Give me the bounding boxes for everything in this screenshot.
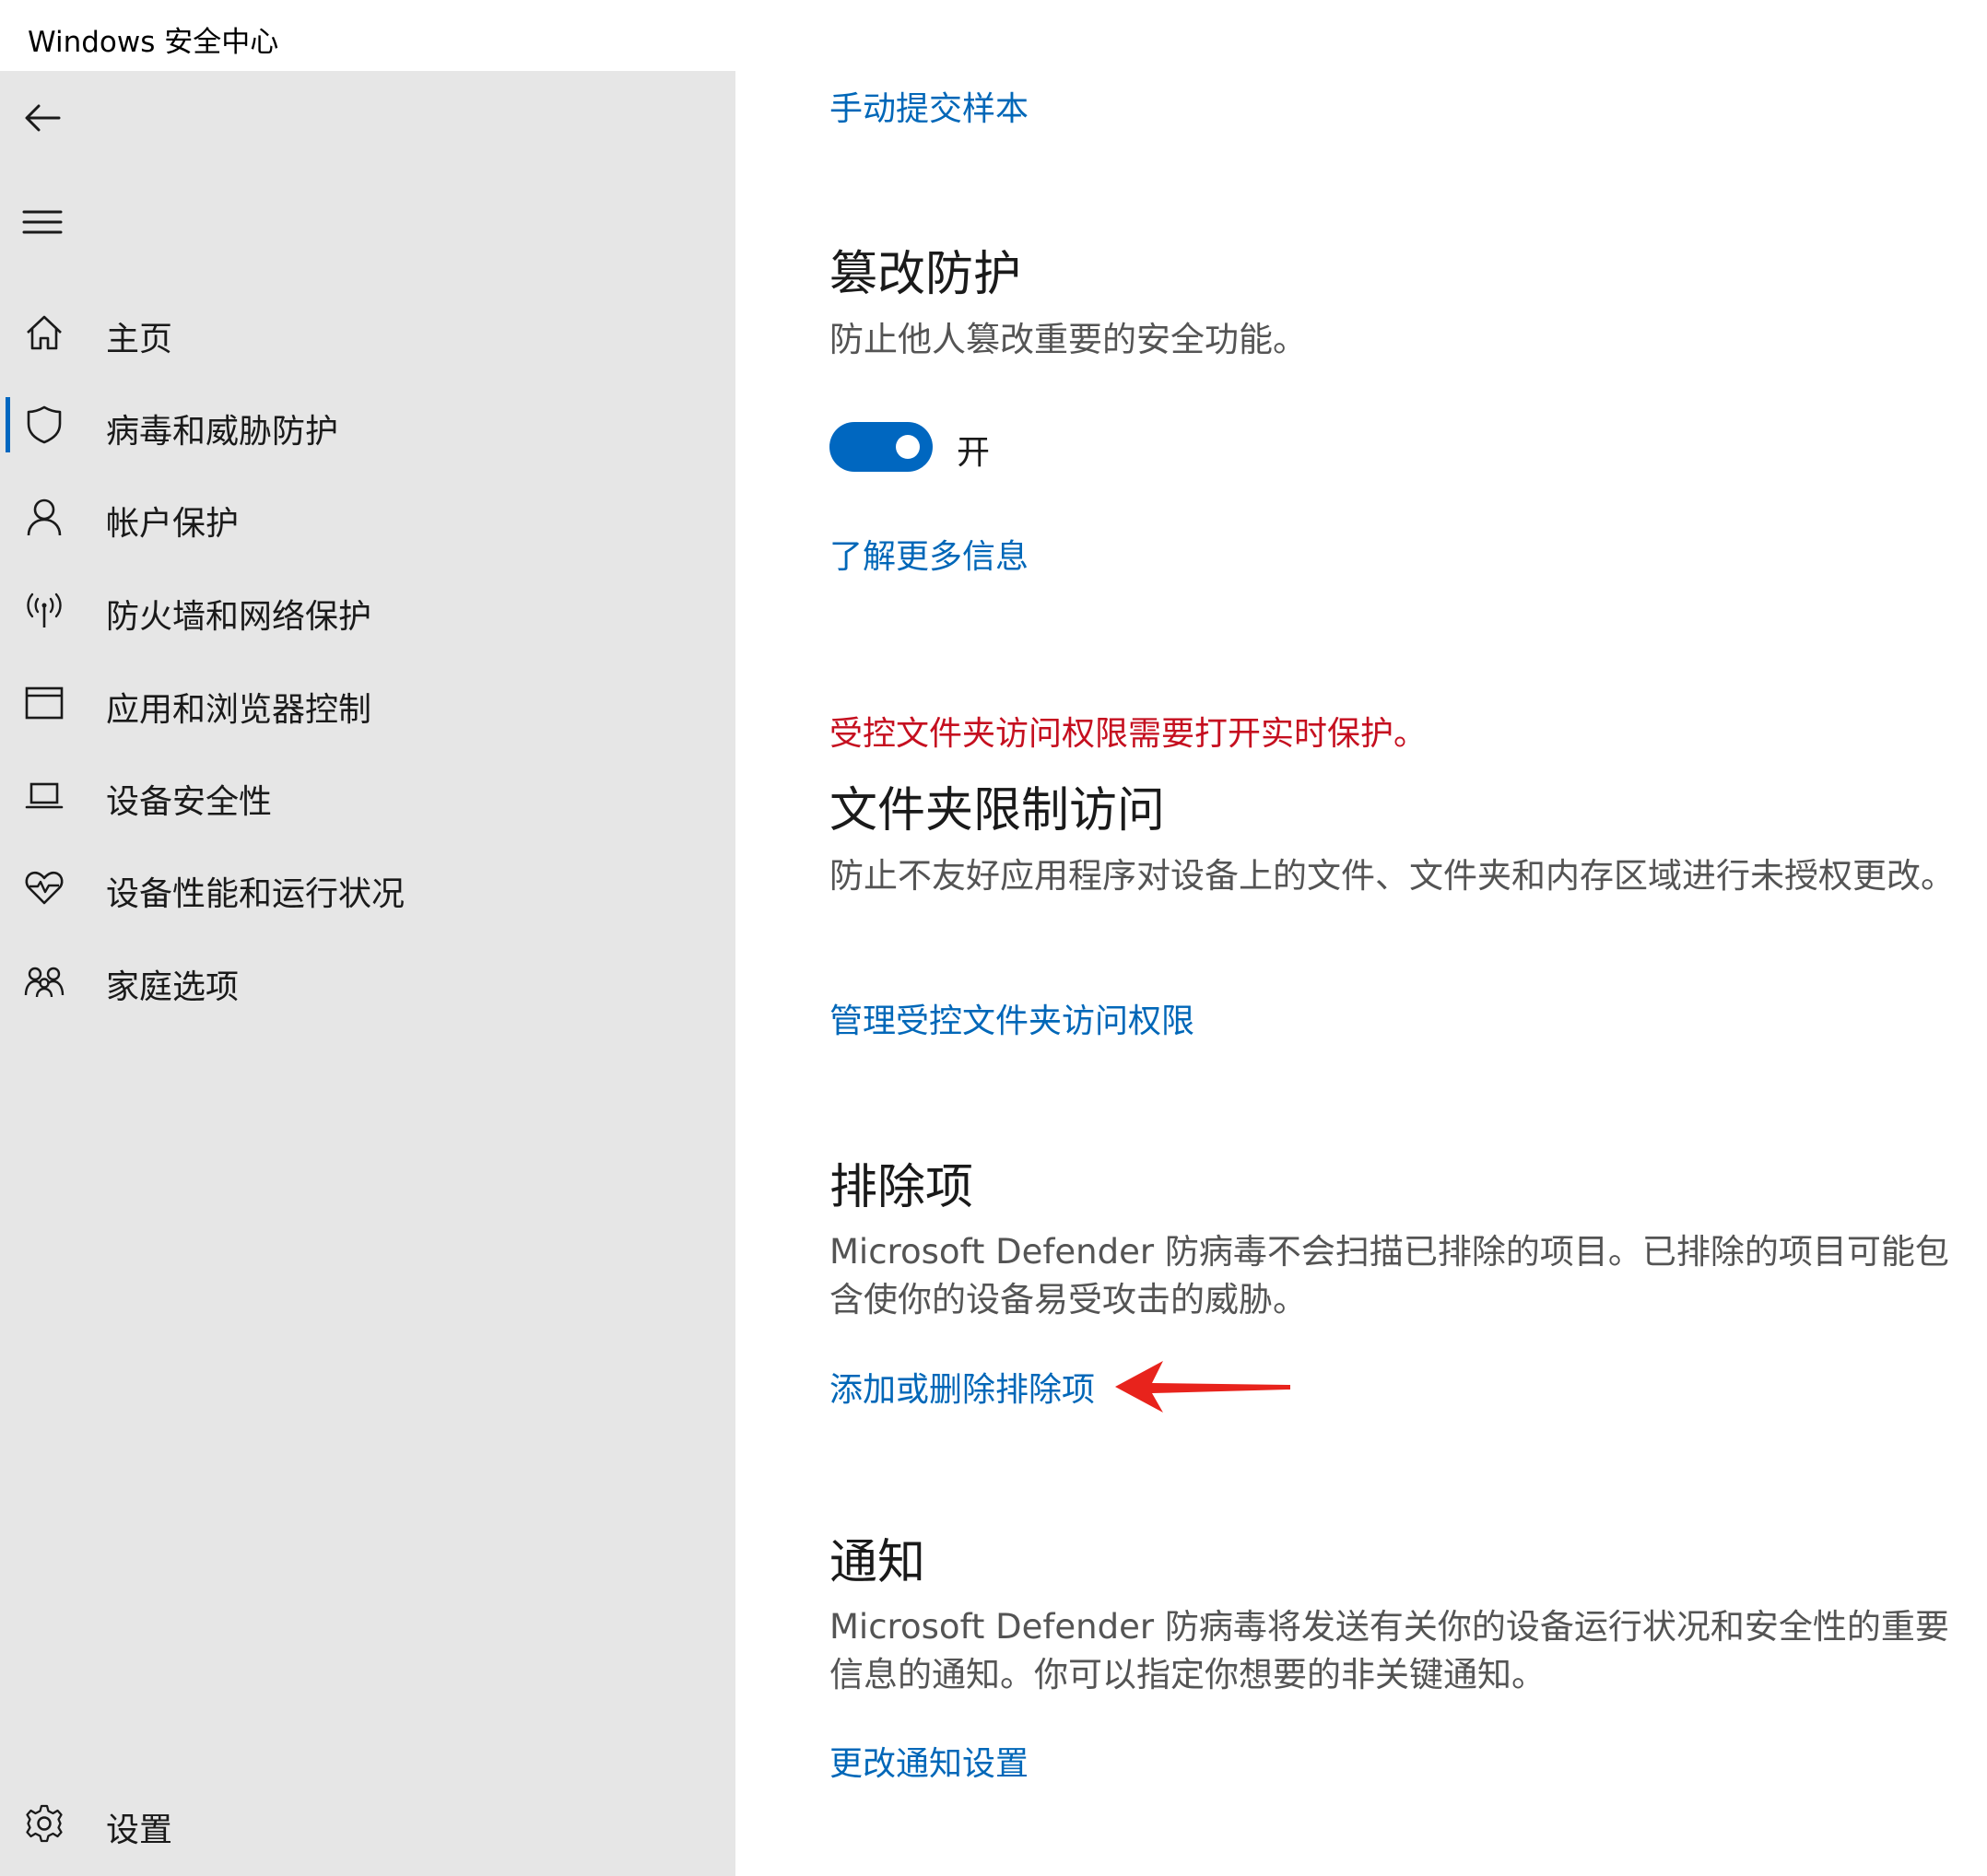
title-bar: Windows 安全中心	[0, 0, 1987, 71]
sidebar-item-settings[interactable]: 设置	[0, 1787, 735, 1860]
sidebar-item-label: 主页	[106, 321, 173, 358]
wireless-icon	[22, 588, 66, 632]
laptop-icon	[22, 773, 66, 817]
sidebar-item-virus-protection[interactable]: 病毒和威胁防护	[0, 388, 735, 462]
manage-folder-access-link[interactable]: 管理受控文件夹访问权限	[829, 994, 1194, 1042]
main-content: 手动提交样本 篡改防护 防止他人篡改重要的安全功能。 开 了解更多信息 受控文件…	[735, 71, 1987, 1876]
sidebar-item-device-health[interactable]: 设备性能和运行状况	[0, 850, 735, 924]
gear-icon	[22, 1801, 66, 1846]
sidebar-item-home[interactable]: 主页	[0, 296, 735, 369]
sidebar-item-label: 帐户保护	[106, 505, 240, 543]
sidebar-item-firewall[interactable]: 防火墙和网络保护	[0, 573, 735, 647]
notifications-title: 通知	[829, 1535, 926, 1590]
sidebar-item-label: 家庭选项	[106, 968, 240, 1006]
folder-access-description: 防止不友好应用程序对设备上的文件、文件夹和内存区域进行未授权更改。	[829, 856, 1955, 896]
shield-icon	[22, 403, 66, 447]
sidebar: 主页 病毒和威胁防护 帐户保护 防火墙和网络保护 应用和浏览器控制 设备安全性 …	[0, 71, 735, 1876]
arrow-left-icon	[25, 104, 61, 132]
heart-icon	[22, 865, 66, 909]
annotation-arrow-icon	[1115, 1361, 1290, 1413]
tamper-protection-title: 篡改防护	[829, 247, 1022, 302]
submit-sample-link[interactable]: 手动提交样本	[829, 82, 1029, 130]
back-button[interactable]	[13, 88, 72, 147]
folder-access-title: 文件夹限制访问	[829, 783, 1166, 838]
change-notification-settings-link[interactable]: 更改通知设置	[829, 1737, 1029, 1785]
add-remove-exclusions-link[interactable]: 添加或删除排除项	[829, 1363, 1095, 1411]
exclusions-title: 排除项	[829, 1160, 974, 1215]
sidebar-item-label: 病毒和威胁防护	[106, 413, 339, 451]
sidebar-item-label: 设备安全性	[106, 783, 273, 821]
sidebar-item-account-protection[interactable]: 帐户保护	[0, 480, 735, 554]
sidebar-item-app-browser-control[interactable]: 应用和浏览器控制	[0, 666, 735, 740]
menu-button[interactable]	[13, 193, 72, 252]
tamper-protection-description: 防止他人篡改重要的安全功能。	[829, 320, 1307, 359]
sidebar-item-label: 应用和浏览器控制	[106, 691, 372, 729]
window-title: Windows 安全中心	[28, 26, 279, 59]
sidebar-item-label: 设置	[106, 1812, 173, 1849]
learn-more-link[interactable]: 了解更多信息	[829, 530, 1029, 578]
exclusions-description: Microsoft Defender 防病毒不会扫描已排除的项目。已排除的项目可…	[829, 1232, 1949, 1319]
sidebar-item-device-security[interactable]: 设备安全性	[0, 758, 735, 832]
realtime-protection-warning: 受控文件夹访问权限需要打开实时保护。	[829, 715, 1428, 753]
sidebar-item-label: 防火墙和网络保护	[106, 598, 372, 636]
sidebar-item-family-options[interactable]: 家庭选项	[0, 944, 735, 1017]
toggle-knob	[896, 435, 920, 459]
app-window-icon	[22, 681, 66, 725]
family-icon	[22, 958, 66, 1002]
home-icon	[22, 311, 66, 355]
hamburger-icon	[22, 210, 63, 234]
person-icon	[22, 495, 66, 539]
selection-indicator	[6, 397, 10, 452]
toggle-state-label: 开	[957, 434, 991, 472]
tamper-protection-toggle[interactable]	[829, 422, 933, 472]
notifications-description: Microsoft Defender 防病毒将发送有关你的设备运行状况和安全性的…	[829, 1607, 1949, 1694]
sidebar-item-label: 设备性能和运行状况	[106, 875, 406, 913]
